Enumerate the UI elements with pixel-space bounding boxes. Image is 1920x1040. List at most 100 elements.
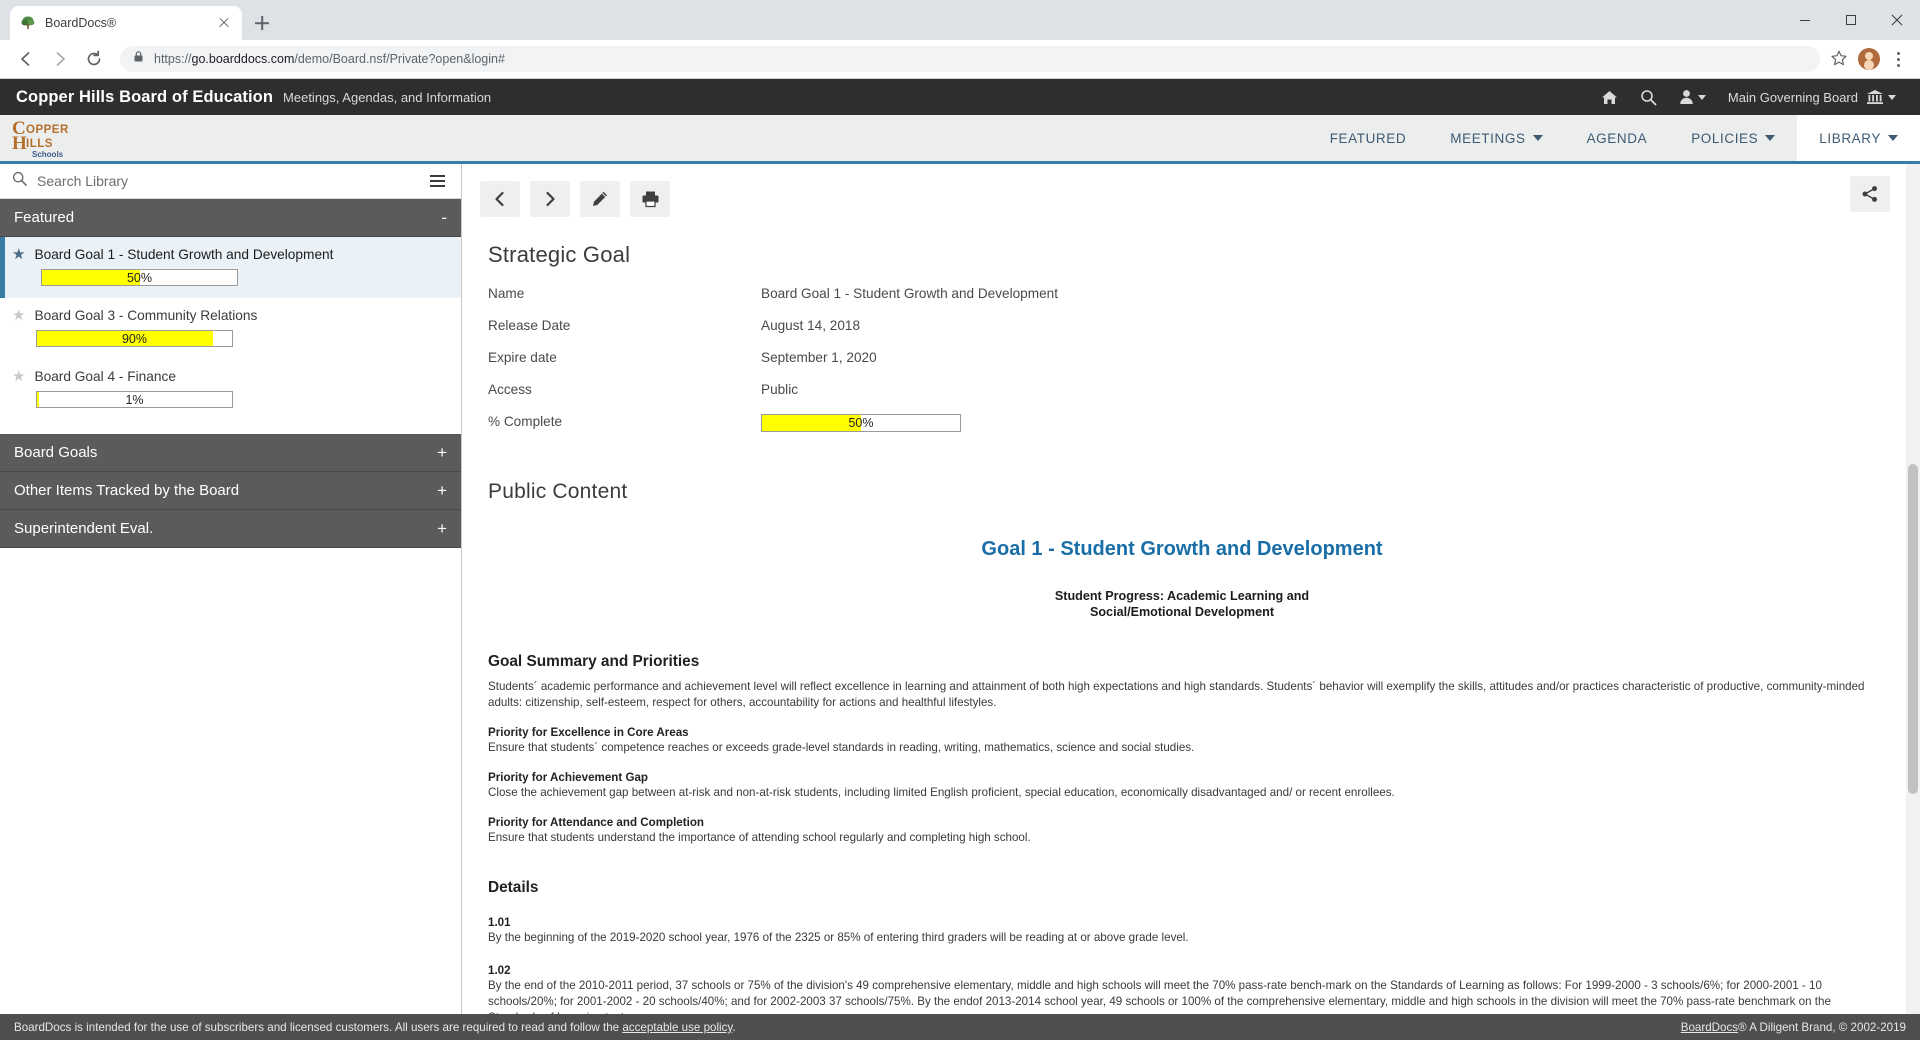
meta-label: Access — [488, 382, 532, 397]
nav-item-policies[interactable]: POLICIES — [1669, 115, 1797, 161]
nav-item-agenda[interactable]: AGENDA — [1565, 115, 1670, 161]
board-selector-label[interactable]: Main Governing Board — [1728, 90, 1858, 105]
reload-icon[interactable] — [78, 43, 110, 75]
search-icon[interactable] — [1640, 89, 1657, 106]
sidebar-goal-item[interactable]: ★ Board Goal 1 - Student Growth and Deve… — [0, 237, 461, 298]
priority-body: Ensure that students understand the impo… — [488, 831, 1031, 845]
meta-value: September 1, 2020 — [761, 350, 877, 365]
sidebar-section-other-items[interactable]: Other Items Tracked by the Board + — [0, 472, 461, 510]
meta-row-access: Access Public — [488, 382, 1880, 397]
star-icon[interactable]: ★ — [12, 247, 25, 262]
chevron-down-icon — [1765, 135, 1776, 141]
nav-item-library[interactable]: LIBRARY — [1797, 115, 1920, 161]
sidebar-goal-item[interactable]: ★ Board Goal 4 - Finance 1% — [0, 359, 461, 420]
chevron-down-icon — [1888, 135, 1898, 141]
bank-icon[interactable] — [1866, 89, 1896, 105]
content-scrollbar[interactable] — [1906, 164, 1920, 1038]
scrollbar-thumb[interactable] — [1908, 464, 1918, 794]
goal-progress-label: 90% — [121, 331, 148, 346]
footer-text: BoardDocs is intended for the use of sub… — [14, 1021, 736, 1034]
goal-header: ★ Board Goal 1 - Student Growth and Deve… — [12, 247, 449, 262]
detail-body: By the beginning of the 2019-2020 school… — [488, 930, 1189, 944]
goal-progress-bar: 50% — [41, 269, 238, 286]
sidebar-section-board-goals[interactable]: Board Goals + — [0, 434, 461, 472]
summary-heading: Goal Summary and Priorities — [488, 653, 700, 671]
forward-arrow-icon[interactable] — [44, 43, 76, 75]
nav-label: LIBRARY — [1819, 130, 1881, 146]
document-meta: Strategic Goal Name Board Goal 1 - Stude… — [462, 242, 1920, 504]
svg-text:H: H — [12, 133, 27, 154]
search-icon — [12, 171, 27, 191]
priority-title: Priority for Excellence in Core Areas — [488, 725, 689, 739]
tree-icon — [20, 15, 36, 31]
nav-item-meetings[interactable]: MEETINGS — [1428, 115, 1564, 161]
expand-toggle-icon[interactable]: + — [437, 482, 447, 499]
back-arrow-icon[interactable] — [10, 43, 42, 75]
detail-number: 1.01 — [488, 915, 511, 929]
expand-toggle-icon[interactable]: + — [437, 444, 447, 461]
meta-value: August 14, 2018 — [761, 318, 861, 333]
school-logo[interactable]: C OPPER H ILLS Schools — [0, 115, 108, 161]
profile-avatar[interactable] — [1858, 48, 1880, 70]
percent-complete-bar: 50% — [761, 414, 961, 432]
section-title: Featured — [14, 209, 75, 226]
boarddocs-brand-link[interactable]: BoardDocs — [1681, 1021, 1738, 1034]
goal-heading: Goal 1 - Student Growth and Development — [981, 538, 1383, 560]
expand-toggle-icon[interactable]: + — [437, 520, 447, 537]
star-icon[interactable]: ★ — [12, 308, 25, 323]
home-icon[interactable] — [1601, 89, 1618, 106]
meta-label: Name — [488, 286, 525, 301]
details-heading: Details — [488, 878, 539, 896]
close-icon[interactable] — [216, 15, 232, 31]
goal-label: Board Goal 4 - Finance — [34, 369, 176, 384]
nav-label: POLICIES — [1691, 130, 1759, 146]
kebab-menu-icon[interactable] — [1886, 45, 1910, 73]
app-topbar: Copper Hills Board of Education Meetings… — [0, 79, 1920, 115]
goal-progress-label: 1% — [125, 392, 144, 407]
sidebar-menu-icon[interactable] — [426, 171, 449, 191]
browser-tab[interactable]: BoardDocs® — [10, 6, 242, 40]
library-sidebar: Search Library Featured - ★ Board Goal 1… — [0, 164, 462, 1038]
svg-text:ILLS: ILLS — [26, 138, 53, 150]
search-input[interactable]: Search Library — [37, 173, 416, 189]
sidebar-section-superintendent-eval[interactable]: Superintendent Eval. + — [0, 510, 461, 548]
address-bar-url: https://go.boarddocs.com/demo/Board.nsf/… — [154, 52, 505, 66]
new-tab-button[interactable] — [248, 9, 276, 37]
chevron-down-icon — [1532, 135, 1543, 141]
address-bar[interactable]: https://go.boarddocs.com/demo/Board.nsf/… — [120, 46, 1820, 72]
goal-subheading-line2: Social/Emotional Development — [1089, 605, 1275, 620]
app-navbar: C OPPER H ILLS Schools FEATURED MEETINGS… — [0, 115, 1920, 164]
browser-tabstrip: BoardDocs® — [0, 0, 1920, 40]
section-title: Other Items Tracked by the Board — [14, 482, 240, 499]
main-nav: FEATURED MEETINGS AGENDA POLICIES LIBRAR… — [1308, 115, 1920, 161]
meta-row-percent-complete: % Complete 50% — [488, 414, 1880, 432]
svg-text:OPPER: OPPER — [26, 124, 69, 136]
svg-text:Schools: Schools — [32, 150, 64, 159]
user-icon[interactable] — [1679, 89, 1706, 105]
pencil-icon[interactable] — [580, 181, 620, 217]
goal-header: ★ Board Goal 4 - Finance — [12, 369, 449, 384]
printer-icon[interactable] — [630, 181, 670, 217]
window-close-icon[interactable] — [1874, 2, 1920, 38]
star-icon[interactable]: ★ — [12, 369, 25, 384]
meta-label: Release Date — [488, 318, 571, 333]
maximize-icon[interactable] — [1828, 2, 1874, 38]
meta-value: Public — [761, 382, 799, 397]
prev-icon[interactable] — [480, 181, 520, 217]
meta-label: % Complete — [488, 414, 563, 429]
bookmark-star-icon[interactable] — [1830, 49, 1850, 69]
meta-label: Expire date — [488, 350, 557, 365]
collapse-toggle-icon[interactable]: - — [441, 209, 447, 226]
minimize-icon[interactable] — [1782, 2, 1828, 38]
sidebar-goal-item[interactable]: ★ Board Goal 3 - Community Relations 90% — [0, 298, 461, 359]
sidebar-section-featured[interactable]: Featured - — [0, 199, 461, 237]
acceptable-use-policy-link[interactable]: acceptable use policy — [622, 1021, 732, 1034]
share-icon[interactable] — [1850, 176, 1890, 212]
organization-tagline: Meetings, Agendas, and Information — [283, 89, 492, 105]
goal-header: ★ Board Goal 3 - Community Relations — [12, 308, 449, 323]
public-content: Goal 1 - Student Growth and Development … — [462, 538, 1920, 1038]
public-content-heading: Public Content — [488, 480, 628, 503]
next-icon[interactable] — [530, 181, 570, 217]
nav-item-featured[interactable]: FEATURED — [1308, 115, 1429, 161]
search-library-row[interactable]: Search Library — [0, 164, 461, 199]
